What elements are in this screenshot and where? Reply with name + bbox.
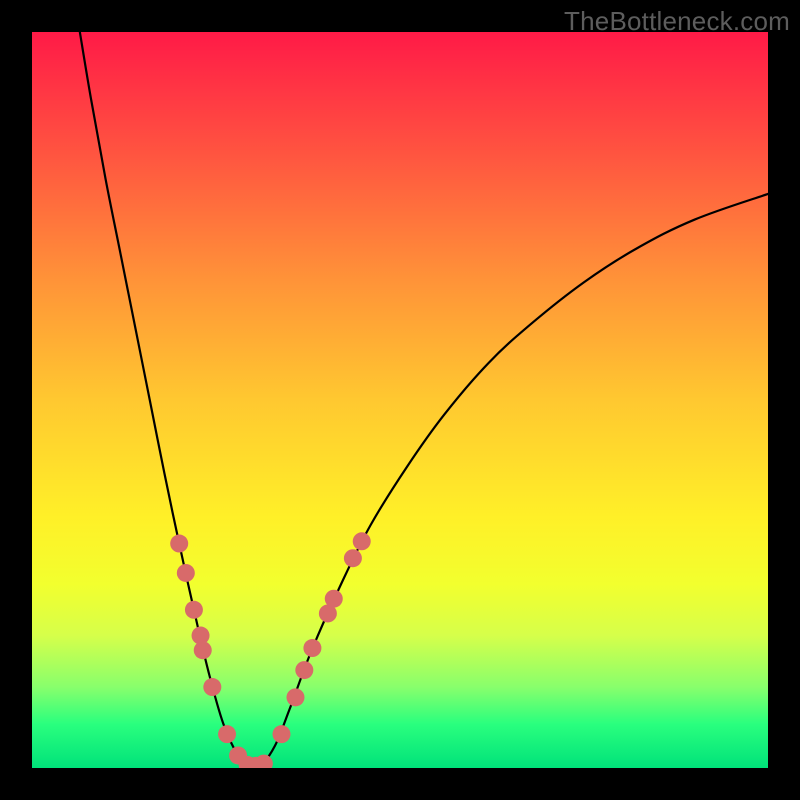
marker-dot — [203, 678, 221, 696]
marker-dot — [303, 639, 321, 657]
marker-dot — [325, 590, 343, 608]
marker-dot — [185, 601, 203, 619]
marker-dot — [170, 535, 188, 553]
marker-dot — [286, 688, 304, 706]
marker-dot — [273, 725, 291, 743]
marker-dot — [218, 725, 236, 743]
curve-svg — [32, 32, 768, 768]
marker-dot — [177, 564, 195, 582]
marker-dot — [353, 532, 371, 550]
chart-frame: TheBottleneck.com — [0, 0, 800, 800]
marker-dot — [295, 661, 313, 679]
watermark-text: TheBottleneck.com — [564, 6, 790, 37]
bottleneck-curve — [80, 32, 768, 768]
marker-dot — [344, 549, 362, 567]
marker-dot — [255, 755, 273, 768]
marker-dot — [194, 641, 212, 659]
curve-markers — [170, 532, 371, 768]
plot-area — [32, 32, 768, 768]
